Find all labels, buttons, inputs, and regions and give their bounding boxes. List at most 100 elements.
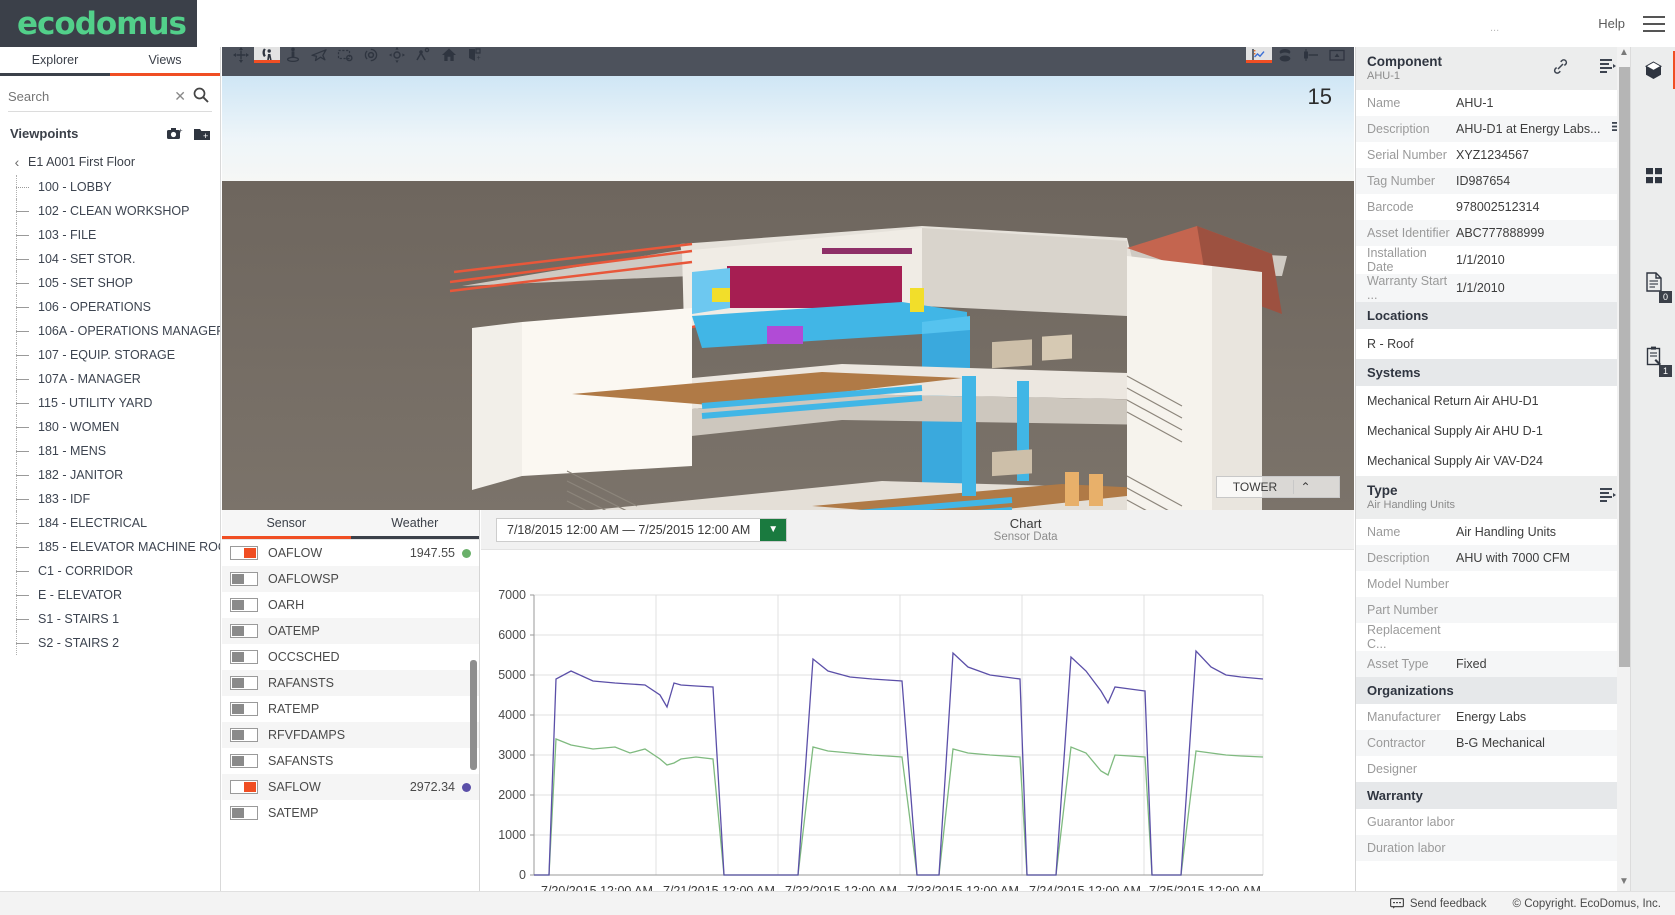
grid-icon[interactable] <box>1631 153 1675 199</box>
tab-explorer[interactable]: Explorer <box>0 47 110 76</box>
sensor-list[interactable]: OAFLOW 1947.55 OAFLOWSP OARH OATEMP <box>222 540 479 914</box>
folder-add-icon[interactable]: + <box>194 127 210 141</box>
details-scroll-region[interactable]: Component AHU-1 Name AHU-1 Description <box>1356 47 1631 892</box>
sensor-toggle[interactable] <box>230 754 258 768</box>
sensor-row[interactable]: OARH <box>222 592 479 618</box>
type-section-header: Type Air Handling Units <box>1356 476 1631 519</box>
sensor-toggle[interactable] <box>230 702 258 716</box>
tree-item[interactable]: 184 - ELECTRICAL <box>0 511 220 535</box>
sensor-row[interactable]: RAFANSTS <box>222 670 479 696</box>
measure-icon[interactable] <box>410 47 436 63</box>
zoom-window-icon[interactable] <box>332 47 358 63</box>
tree-item[interactable]: 185 - ELEVATOR MACHINE ROOM <box>0 535 220 559</box>
section-icon[interactable]: + <box>462 47 488 63</box>
camera-add-icon[interactable]: + <box>167 127 184 141</box>
hamburger-icon[interactable] <box>1643 16 1665 32</box>
tab-views[interactable]: Views <box>110 47 220 76</box>
sensor-row[interactable]: OAFLOWSP <box>222 566 479 592</box>
tree-item[interactable]: 103 - FILE <box>0 223 220 247</box>
sensor-toggle[interactable] <box>230 780 258 794</box>
layers-icon[interactable] <box>1272 47 1298 63</box>
model-viewport[interactable]: 15 TOWER ⌃ <box>222 76 1354 510</box>
tree-root-item[interactable]: ‹ E1 A001 First Floor <box>0 149 220 175</box>
link-icon[interactable] <box>1552 58 1569 75</box>
system-item[interactable]: Mechanical Return Air AHU-D1 <box>1356 386 1631 416</box>
clipboard-badge: 1 <box>1659 365 1672 377</box>
tab-weather[interactable]: Weather <box>351 510 480 539</box>
tower-selector[interactable]: TOWER ⌃ <box>1216 476 1340 498</box>
zoom-extents-icon[interactable] <box>358 47 384 63</box>
document-icon[interactable]: 0 <box>1631 259 1675 305</box>
fullscreen-icon[interactable] <box>1324 47 1350 63</box>
tab-sensor[interactable]: Sensor <box>222 510 351 539</box>
tree-item[interactable]: 107 - EQUIP. STORAGE <box>0 343 220 367</box>
model-icon[interactable] <box>1631 47 1675 93</box>
tower-caret-icon[interactable]: ⌃ <box>1293 480 1317 494</box>
tree-item[interactable]: 107A - MANAGER <box>0 367 220 391</box>
tree-item[interactable]: E - ELEVATOR <box>0 583 220 607</box>
sensor-row[interactable]: RATEMP <box>222 696 479 722</box>
pan-icon[interactable] <box>228 47 254 63</box>
help-link[interactable]: Help <box>1598 16 1625 31</box>
details-scrollbar-thumb[interactable] <box>1619 67 1630 667</box>
clear-search-icon[interactable]: ✕ <box>174 88 186 105</box>
fly-icon[interactable] <box>306 47 332 63</box>
tree-item[interactable]: 100 - LOBBY <box>0 175 220 199</box>
sensor-row[interactable]: OCCSCHED <box>222 644 479 670</box>
sensor-row[interactable]: SAFANSTS <box>222 748 479 774</box>
type-properties-icon[interactable] <box>1600 487 1617 502</box>
properties-icon[interactable] <box>1600 58 1617 73</box>
tree-item[interactable]: 181 - MENS <box>0 439 220 463</box>
system-item[interactable]: Mechanical Supply Air AHU D-1 <box>1356 416 1631 446</box>
tree-item[interactable]: 105 - SET SHOP <box>0 271 220 295</box>
sensor-row[interactable]: RFVFDAMPS <box>222 722 479 748</box>
location-item[interactable]: R - Roof <box>1356 329 1631 359</box>
tree-item[interactable]: C1 - CORRIDOR <box>0 559 220 583</box>
sensor-toggle[interactable] <box>230 728 258 742</box>
tree-item[interactable]: S1 - STAIRS 1 <box>0 607 220 631</box>
sensor-row[interactable]: SAFLOW 2972.34 <box>222 774 479 800</box>
send-feedback-button[interactable]: Send feedback <box>1390 898 1487 910</box>
sensor-row[interactable]: OATEMP <box>222 618 479 644</box>
chart-plot-area[interactable]: 7000 6000 5000 4000 3000 2000 1000 0 7/2… <box>481 550 1354 915</box>
tree-item[interactable]: 182 - JANITOR <box>0 463 220 487</box>
sensor-toggle[interactable] <box>230 676 258 690</box>
details-scroll-down-icon[interactable]: ▼ <box>1617 876 1631 892</box>
sensor-toggle[interactable] <box>230 650 258 664</box>
sensor-row[interactable]: SATEMP <box>222 800 479 826</box>
sensor-toggle[interactable] <box>230 546 258 560</box>
chart-icon[interactable] <box>1246 47 1272 63</box>
pivot-icon[interactable] <box>384 47 410 63</box>
sensor-color-dot <box>462 549 471 558</box>
sensor-toggle[interactable] <box>230 624 258 638</box>
sensor-toggle[interactable] <box>230 598 258 612</box>
home-icon[interactable] <box>436 47 462 63</box>
search-input[interactable] <box>8 89 168 104</box>
property-value: 1/1/2010 <box>1456 253 1631 267</box>
tree-item[interactable]: 106A - OPERATIONS MANAGER <box>0 319 220 343</box>
search-icon[interactable] <box>192 86 210 104</box>
tree-item[interactable]: 115 - UTILITY YARD <box>0 391 220 415</box>
sensor-name: RAFANSTS <box>268 676 464 690</box>
sensor-list-scrollbar[interactable] <box>470 660 477 770</box>
tree-item[interactable]: 106 - OPERATIONS <box>0 295 220 319</box>
clipboard-icon[interactable]: 1 <box>1631 333 1675 379</box>
sensor-toggle[interactable] <box>230 572 258 586</box>
sensor-toggle[interactable] <box>230 806 258 820</box>
tree-item[interactable]: 104 - SET STOR. <box>0 247 220 271</box>
tree-item[interactable]: 183 - IDF <box>0 487 220 511</box>
component-section-header: Component AHU-1 <box>1356 47 1631 90</box>
details-scroll-up-icon[interactable]: ▲ <box>1617 47 1631 63</box>
tree-item[interactable]: 180 - WOMEN <box>0 415 220 439</box>
tree-item[interactable]: S2 - STAIRS 2 <box>0 631 220 655</box>
date-range-picker[interactable]: 7/18/2015 12:00 AM — 7/25/2015 12:00 AM … <box>496 518 787 542</box>
property-value: XYZ1234567 <box>1456 148 1631 162</box>
sensor-name: OAFLOWSP <box>268 572 464 586</box>
sensor-row[interactable]: OAFLOW 1947.55 <box>222 540 479 566</box>
walk-icon[interactable] <box>280 47 306 63</box>
orbit-icon[interactable] <box>254 47 280 63</box>
section-plane-icon[interactable] <box>1298 47 1324 63</box>
date-range-caret-icon[interactable]: ▼ <box>760 519 786 541</box>
system-item[interactable]: Mechanical Supply Air VAV-D24 <box>1356 446 1631 476</box>
tree-item[interactable]: 102 - CLEAN WORKSHOP <box>0 199 220 223</box>
